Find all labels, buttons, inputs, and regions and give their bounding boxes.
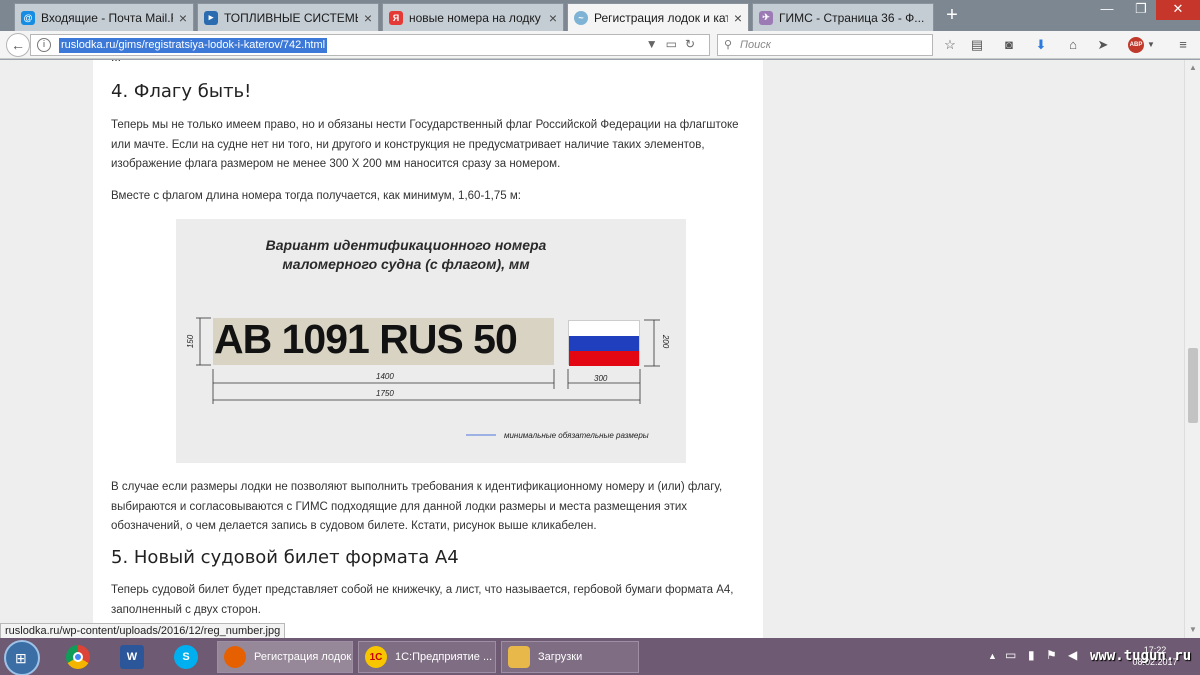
adblock-menu-icon[interactable]: ▼ [1142, 40, 1160, 49]
search-icon: ⚲ [724, 39, 733, 51]
dropdown-icon[interactable]: ▼ [646, 37, 666, 51]
ruslodka-icon: ~ [574, 11, 588, 25]
page-viewport: ... 4. Флагу быть! Теперь мы не только и… [0, 60, 1184, 638]
section-5-heading: 5. Новый судовой билет формата А4 [111, 547, 459, 568]
bookmark-star-icon[interactable]: ☆ [941, 37, 959, 53]
tab-gims-forum[interactable]: ✈ ГИМС - Страница 36 - Ф... [752, 3, 934, 31]
search-placeholder: Поиск [740, 39, 771, 51]
tab-fuel[interactable]: ▸ ТОПЛИВНЫЕ СИСТЕМЫ ... × [197, 3, 379, 31]
url-text[interactable]: ruslodka.ru/gims/registratsiya-lodok-i-k… [59, 38, 328, 53]
scroll-down-icon[interactable]: ▼ [1185, 622, 1200, 638]
section-4-paragraph-1: Теперь мы не только имеем право, но и об… [111, 119, 739, 170]
nav-toolbar: ← i ruslodka.ru/gims/registratsiya-lodok… [0, 31, 1200, 59]
word-icon: W [120, 645, 144, 669]
section-5-paragraph-1: Теперь судовой билет будет представляет … [111, 584, 734, 616]
chrome-icon [66, 645, 90, 669]
pinned-skype[interactable]: S [166, 642, 206, 672]
figure-legend: минимальные обязательные размеры [504, 431, 649, 440]
1c-icon: 1С [365, 646, 387, 668]
info-icon[interactable]: i [37, 38, 51, 52]
scroll-up-icon[interactable]: ▲ [1185, 60, 1200, 76]
pinned-chrome[interactable] [58, 642, 98, 672]
home-icon[interactable]: ⌂ [1064, 37, 1082, 52]
address-bar[interactable]: i ruslodka.ru/gims/registratsiya-lodok-i… [30, 34, 710, 56]
registration-number-figure[interactable]: Вариант идентификационного номера маломе… [176, 219, 686, 463]
search-box[interactable]: ⚲ Поиск [717, 34, 933, 56]
system-clock[interactable]: 17:22 08.02.2017 [1126, 644, 1184, 668]
url-actions: ▼▭↻ [646, 37, 703, 51]
firefox-icon [224, 646, 246, 668]
tab-label: ТОПЛИВНЫЕ СИСТЕМЫ ... [224, 10, 358, 25]
tab-yandex[interactable]: Я новые номера на лодку ... × [382, 3, 564, 31]
network-icon[interactable]: ▮ [1028, 648, 1035, 662]
forum-icon: ✈ [759, 10, 773, 25]
reader-view-icon[interactable]: ▭ [666, 37, 685, 51]
back-button[interactable]: ← [6, 33, 30, 57]
downloads-icon[interactable]: ⬇ [1032, 37, 1050, 53]
minimize-icon[interactable]: — [1090, 0, 1124, 20]
sidebar-area [763, 60, 1184, 638]
page-scrollbar[interactable]: ▲ ▼ [1184, 60, 1200, 638]
pinned-word[interactable]: W [112, 642, 152, 672]
task-label: Загрузки [538, 651, 583, 663]
task-label: 1С:Предприятие ... [395, 651, 493, 663]
dim-total-width-label: 1750 [376, 389, 394, 398]
reload-icon[interactable]: ↻ [685, 37, 703, 51]
tab-label: новые номера на лодку ... [409, 10, 543, 25]
section-4-paragraph-3: В случае если размеры лодки не позволяют… [111, 481, 723, 532]
windows-logo-icon: ⊞ [15, 650, 27, 666]
task-firefox[interactable]: Регистрация лодок ... [217, 641, 353, 673]
status-url: ruslodka.ru/wp-content/uploads/2016/12/r… [0, 623, 286, 639]
new-tab-button[interactable]: + [940, 4, 964, 28]
dim-flag-width-label: 300 [594, 374, 608, 383]
bookmarks-list-icon[interactable]: ▤ [968, 37, 986, 53]
clock-date: 08.02.2017 [1132, 657, 1178, 667]
section-4-paragraph-2: Вместе с флагом длина номера тогда получ… [111, 190, 521, 202]
restore-icon[interactable]: ❐ [1124, 0, 1158, 20]
close-icon[interactable]: × [549, 10, 557, 26]
dim-flag-height-label: 200 [661, 334, 671, 349]
close-icon[interactable]: × [364, 10, 372, 26]
task-1c[interactable]: 1С 1С:Предприятие ... [358, 641, 496, 673]
flag-tray-icon[interactable]: ⚑ [1046, 648, 1057, 662]
yandex-icon: Я [389, 10, 403, 25]
volume-icon[interactable]: ◀ [1068, 648, 1077, 662]
pocket-icon[interactable]: ◙ [1000, 37, 1018, 52]
clock-time: 17:22 [1143, 645, 1167, 655]
dimension-lines [196, 317, 660, 436]
tab-ruslodka[interactable]: ~ Регистрация лодок и кат... × [567, 3, 749, 32]
dim-height-label: 150 [186, 334, 196, 349]
mail-icon: @ [21, 10, 35, 25]
tab-label: Входящие - Почта Mail.Ru [41, 10, 173, 25]
tab-strip: @ Входящие - Почта Mail.Ru × ▸ ТОПЛИВНЫЕ… [0, 0, 1200, 32]
start-button[interactable]: ⊞ [4, 640, 40, 675]
windows-taskbar: ⊞ W S Регистрация лодок ... 1С 1С:Предпр… [0, 638, 1200, 675]
tray-expand-icon[interactable]: ▲ [988, 651, 997, 661]
keyboard-icon[interactable]: ▭ [1005, 648, 1016, 662]
site-icon: ▸ [204, 10, 218, 25]
tab-label: Регистрация лодок и кат... [594, 11, 728, 25]
send-icon[interactable]: ➤ [1094, 37, 1112, 53]
menu-icon[interactable]: ≡ [1174, 37, 1192, 52]
task-downloads[interactable]: Загрузки [501, 641, 639, 673]
section-4-heading: 4. Флагу быть! [111, 81, 252, 102]
close-icon[interactable]: × [179, 10, 187, 26]
tab-label: ГИМС - Страница 36 - Ф... [779, 10, 925, 25]
tab-mail[interactable]: @ Входящие - Почта Mail.Ru × [14, 3, 194, 31]
task-label: Регистрация лодок ... [254, 651, 353, 663]
scroll-thumb[interactable] [1188, 348, 1198, 423]
folder-icon [508, 646, 530, 668]
skype-icon: S [174, 645, 198, 669]
close-icon[interactable]: × [734, 10, 742, 26]
cutoff-text: ... [111, 60, 121, 64]
close-window-icon[interactable]: ✕ [1156, 0, 1200, 20]
article-content: ... 4. Флагу быть! Теперь мы не только и… [93, 60, 763, 638]
dim-plate-width-label: 1400 [376, 372, 394, 381]
